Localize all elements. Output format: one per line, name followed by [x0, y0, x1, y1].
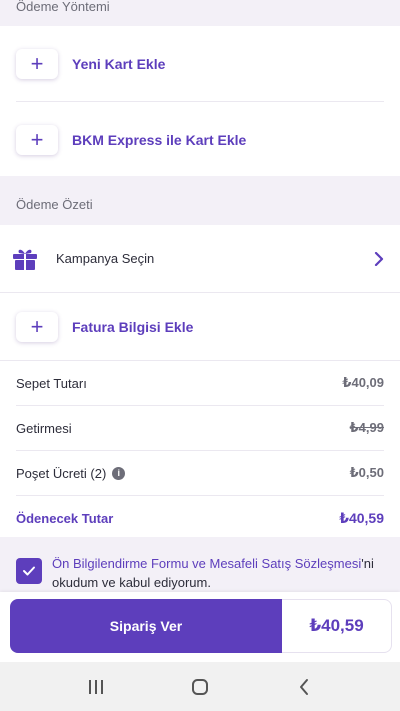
campaign-select-label: Kampanya Seçin: [56, 251, 155, 266]
delivery-fee-label: Getirmesi: [16, 420, 72, 436]
chevron-right-icon: [374, 251, 384, 266]
payable-total-value: ₺40,59: [339, 509, 384, 526]
recents-button[interactable]: [76, 667, 116, 707]
order-total-amount: ₺40,59: [282, 599, 392, 653]
gift-icon: [13, 249, 37, 270]
add-invoice-button[interactable]: + Fatura Bilgisi Ekle: [0, 293, 400, 361]
agreement-text: Ön Bilgilendirme Formu ve Mesafeli Satış…: [52, 554, 388, 592]
add-bkm-card-button[interactable]: + BKM Express ile Kart Ekle: [0, 102, 400, 177]
payment-summary-card: Kampanya Seçin + Fatura Bilgisi Ekle Sep…: [0, 225, 400, 537]
back-button[interactable]: [284, 667, 324, 707]
bag-fee-row: Poşet Ücreti (2) i ₺0,50: [0, 451, 400, 495]
back-icon: [300, 678, 308, 695]
payment-method-title: Ödeme Yöntemi: [16, 0, 110, 14]
check-icon: [23, 566, 35, 576]
place-order-button[interactable]: Sipariş Ver: [10, 599, 282, 653]
basket-total-label: Sepet Tutarı: [16, 375, 87, 391]
delivery-fee-value: ₺4,99: [349, 420, 384, 435]
plus-icon: +: [16, 48, 58, 79]
bag-fee-value: ₺0,50: [349, 465, 384, 480]
payment-method-card: + Yeni Kart Ekle + BKM Express ile Kart …: [0, 26, 400, 176]
bag-fee-label-group: Poşet Ücreti (2) i: [16, 466, 350, 481]
info-icon[interactable]: i: [112, 466, 126, 480]
plus-icon: +: [16, 124, 58, 155]
bag-fee-label: Poşet Ücreti (2): [16, 465, 107, 481]
payable-total-label: Ödenecek Tutar: [16, 510, 114, 526]
payment-summary-title: Ödeme Özeti: [16, 196, 93, 212]
payment-method-header: Ödeme Yöntemi: [0, 0, 400, 18]
home-button[interactable]: [180, 667, 220, 707]
checkout-bar: Sipariş Ver ₺40,59: [0, 592, 400, 662]
basket-total-row: Sepet Tutarı ₺40,09: [0, 361, 400, 405]
agreement-row: Ön Bilgilendirme Formu ve Mesafeli Satış…: [16, 554, 388, 592]
add-new-card-button[interactable]: + Yeni Kart Ekle: [0, 26, 400, 101]
home-icon: [192, 678, 208, 695]
payment-summary-header: Ödeme Özeti: [0, 192, 400, 216]
campaign-select-row[interactable]: Kampanya Seçin: [0, 225, 400, 293]
add-invoice-label: Fatura Bilgisi Ekle: [72, 318, 194, 335]
recents-icon: [89, 679, 103, 694]
add-bkm-card-label: BKM Express ile Kart Ekle: [72, 131, 247, 148]
agreement-checkbox[interactable]: [16, 558, 42, 584]
delivery-fee-row: Getirmesi ₺4,99: [0, 406, 400, 450]
basket-total-value: ₺40,09: [342, 375, 384, 390]
system-navigation-bar: [0, 662, 400, 711]
payable-total-row: Ödenecek Tutar ₺40,59: [0, 496, 400, 540]
agreement-link[interactable]: Ön Bilgilendirme Formu ve Mesafeli Satış…: [52, 556, 361, 571]
add-new-card-label: Yeni Kart Ekle: [72, 55, 166, 72]
plus-icon: +: [16, 311, 58, 342]
